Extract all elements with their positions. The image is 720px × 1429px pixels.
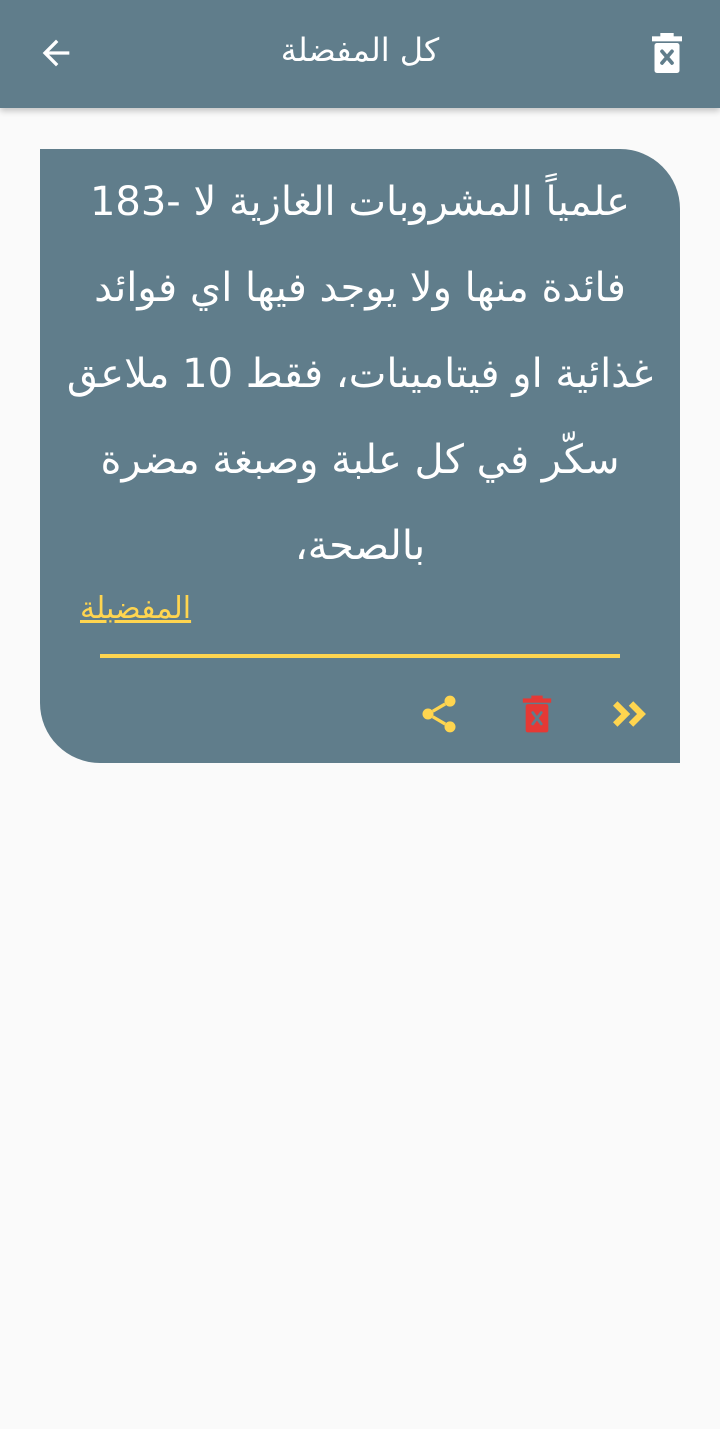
page-title: كل المفضلة bbox=[280, 31, 440, 69]
share-button[interactable] bbox=[414, 689, 464, 739]
share-icon bbox=[422, 695, 456, 733]
quote-text: علمياً المشروبات الغازية لا -183 فائدة م… bbox=[66, 179, 654, 569]
delete-forever-icon bbox=[522, 695, 552, 733]
favorite-card: علمياً المشروبات الغازية لا -183 فائدة م… bbox=[40, 149, 680, 763]
double-chevron-icon bbox=[613, 701, 646, 727]
clear-all-button[interactable] bbox=[642, 28, 692, 78]
delete-button[interactable] bbox=[512, 689, 562, 739]
app-bar: كل المفضلة bbox=[0, 0, 720, 108]
delete-forever-icon bbox=[652, 33, 682, 73]
next-button[interactable] bbox=[606, 689, 656, 739]
category-link[interactable]: المفضبلة bbox=[80, 589, 191, 629]
divider bbox=[100, 654, 620, 658]
